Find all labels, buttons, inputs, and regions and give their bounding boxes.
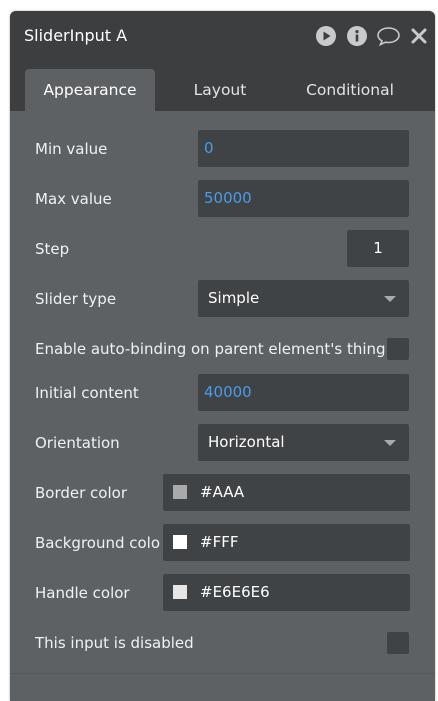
border-color-value: #AAA [200,483,245,501]
tab-bar: Appearance Layout Conditional [10,61,435,111]
comment-icon[interactable] [376,25,401,47]
disabled-label: This input is disabled [35,634,194,652]
background-color-swatch [173,535,187,549]
min-value-label: Min value [35,140,108,158]
chevron-down-icon [384,440,396,446]
orientation-value: Horizontal [208,433,285,451]
chevron-down-icon [384,296,396,302]
info-icon[interactable] [346,25,368,47]
max-value-input[interactable]: 50000 [198,180,409,217]
step-label: Step [35,240,70,258]
border-color-label: Border color [35,484,127,502]
background-color-label: Background colo [35,534,161,552]
max-value-label: Max value [35,190,112,208]
tab-conditional[interactable]: Conditional [285,69,415,111]
auto-binding-checkbox[interactable] [387,338,409,360]
orientation-label: Orientation [35,434,120,452]
border-color-swatch [173,485,187,499]
section-divider [10,673,435,674]
orientation-dropdown[interactable]: Horizontal [198,424,409,461]
initial-content-label: Initial content [35,384,139,402]
border-color-picker[interactable]: #AAA [163,474,410,511]
slider-type-label: Slider type [35,290,117,308]
initial-content-input[interactable]: 40000 [198,374,409,411]
property-editor-panel: SliderInput A Appearance Layout Conditio… [10,11,435,701]
play-icon[interactable] [315,25,337,47]
background-color-picker[interactable]: #FFF [163,524,410,561]
step-input[interactable]: 1 [347,230,409,267]
panel-title: SliderInput A [24,26,128,45]
slider-type-value: Simple [208,289,260,307]
slider-type-dropdown[interactable]: Simple [198,280,409,317]
auto-binding-label: Enable auto-binding on parent element's … [35,340,386,358]
disabled-checkbox[interactable] [387,632,409,654]
handle-color-picker[interactable]: #E6E6E6 [163,574,410,611]
tab-appearance[interactable]: Appearance [25,69,155,111]
tab-layout[interactable]: Layout [165,69,275,111]
handle-color-value: #E6E6E6 [200,583,270,601]
close-icon[interactable] [408,25,430,47]
handle-color-label: Handle color [35,584,130,602]
background-color-value: #FFF [200,533,239,551]
handle-color-swatch [173,585,187,599]
min-value-input[interactable]: 0 [198,130,409,167]
panel-header: SliderInput A [10,11,435,61]
